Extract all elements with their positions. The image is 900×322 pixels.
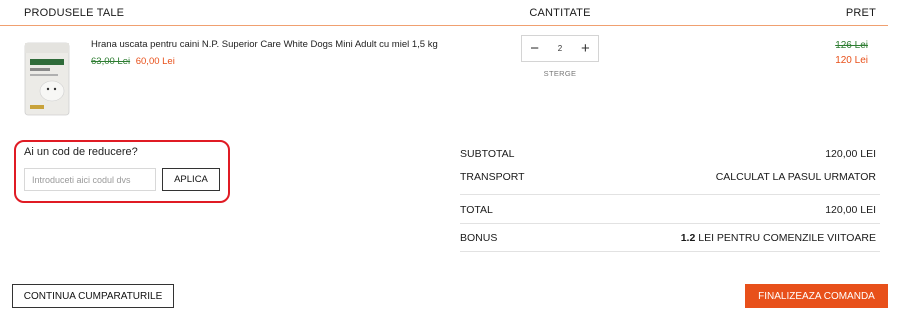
coupon-code-input[interactable] [24, 168, 156, 191]
summary-divider [460, 251, 880, 252]
new-total-price: 120 Lei [835, 55, 868, 66]
increment-button[interactable]: + [572, 36, 598, 61]
header-quantity: CANTITATE [529, 7, 591, 19]
cart-item-row: Hrana uscata pentru caini N.P. Superior … [0, 27, 888, 127]
product-image[interactable] [22, 41, 72, 117]
transport-row: TRANSPORT CALCULAT LA PASUL URMATOR [460, 167, 880, 187]
subtotal-value: 120,00 LEI [825, 148, 876, 160]
coupon-title: Ai un cod de reducere? [24, 146, 138, 158]
bonus-label: BONUS [460, 232, 498, 244]
header-products: PRODUSELE TALE [24, 7, 125, 19]
subtotal-row: SUBTOTAL 120,00 LEI [460, 144, 880, 164]
new-unit-price: 60,00 Lei [135, 56, 175, 67]
bonus-value: 1.2 LEI PENTRU COMENZILE VIITOARE [681, 232, 876, 244]
transport-label: TRANSPORT [460, 171, 525, 183]
decrement-button[interactable]: − [522, 36, 548, 61]
quantity-stepper: − 2 + [521, 35, 599, 62]
checkout-button[interactable]: FINALIZEAZA COMANDA [745, 284, 888, 308]
summary-divider [460, 223, 880, 224]
quantity-value[interactable]: 2 [547, 36, 572, 61]
header-price: PRET [845, 7, 876, 19]
total-label: TOTAL [460, 204, 493, 216]
unit-price-line: 63,00 Lei 60,00 Lei [91, 56, 175, 67]
old-total-price: 126 Lei [835, 40, 868, 51]
total-row: TOTAL 120,00 LEI [460, 200, 880, 220]
subtotal-label: SUBTOTAL [460, 148, 515, 160]
remove-item-link[interactable]: STERGE [521, 69, 599, 78]
total-value: 120,00 LEI [825, 204, 876, 216]
continue-shopping-button[interactable]: CONTINUA CUMPARATURILE [12, 284, 174, 308]
product-name-link[interactable]: Hrana uscata pentru caini N.P. Superior … [91, 39, 438, 50]
bonus-row: BONUS 1.2 LEI PENTRU COMENZILE VIITOARE [460, 228, 880, 248]
apply-coupon-button[interactable]: APLICA [162, 168, 220, 191]
old-unit-price: 63,00 Lei [91, 56, 131, 67]
cart-table-header: PRODUSELE TALE CANTITATE PRET [0, 0, 888, 26]
summary-divider [460, 194, 880, 195]
bonus-text: LEI PENTRU COMENZILE VIITOARE [695, 232, 876, 244]
bonus-amount: 1.2 [680, 232, 696, 244]
transport-value: CALCULAT LA PASUL URMATOR [715, 171, 876, 183]
